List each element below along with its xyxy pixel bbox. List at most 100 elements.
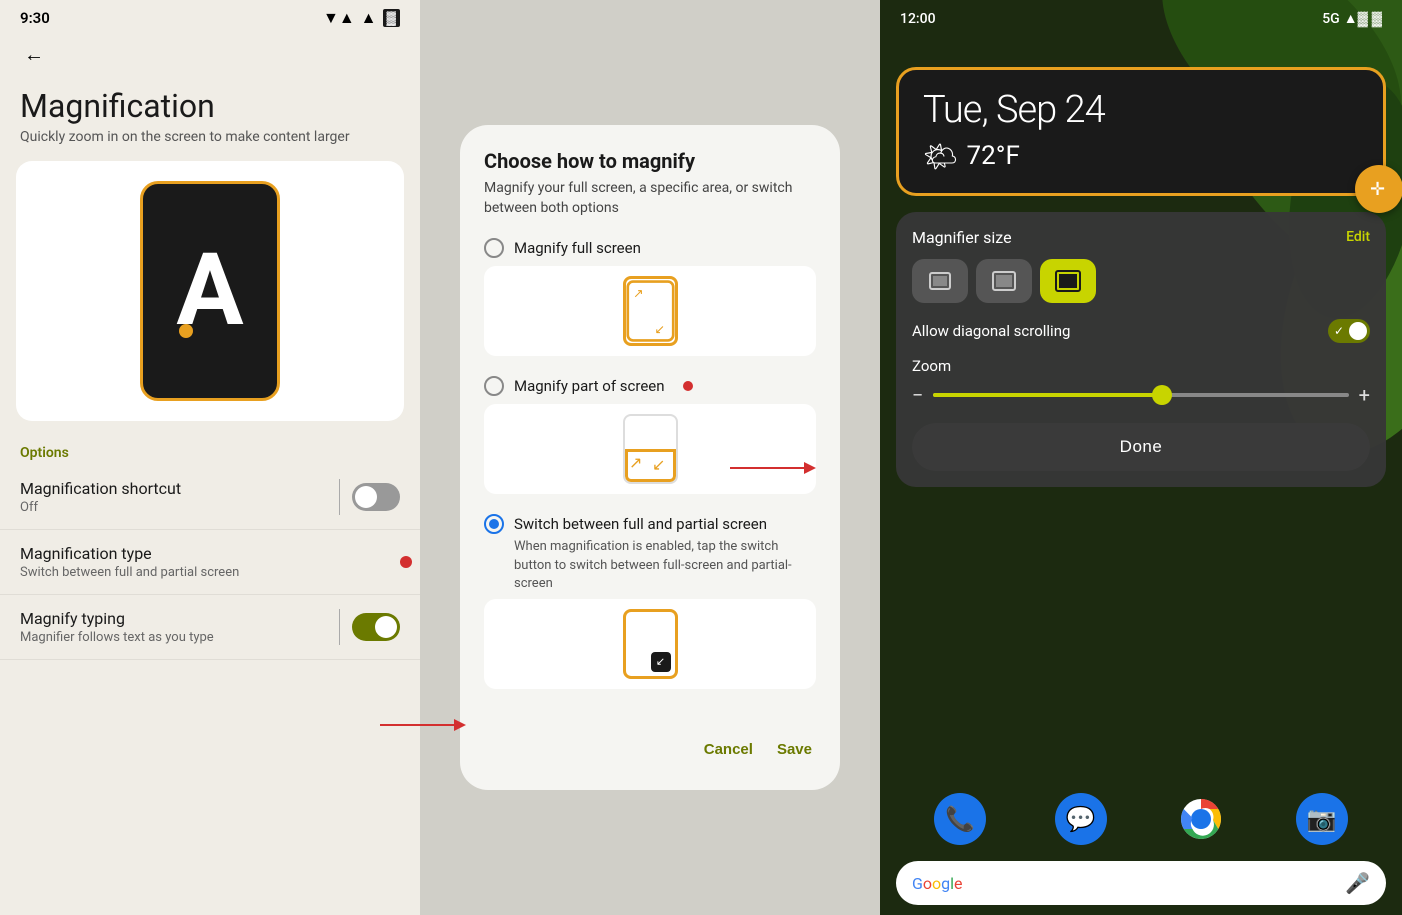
svg-text:↙: ↙ [652,455,665,474]
phone-statusbar: 12:00 5G ▲▓ ▓ [880,0,1402,31]
typing-subtitle: Magnifier follows text as you type [20,630,327,645]
settings-item-type[interactable]: Magnification type Switch between full a… [0,530,420,595]
shortcut-subtitle: Off [20,500,327,515]
size-small-icon [926,267,954,295]
phone-panel: 12:00 5G ▲▓ ▓ Tue, Sep 24 🌤 72°F ✛ Magni… [880,0,1402,915]
arrow-dialog-phone [730,458,930,478]
settings-topbar: ← [0,32,420,79]
toggle-small-knob [1349,322,1367,340]
radio-switch[interactable] [484,514,504,534]
move-icon: ✛ [1368,178,1390,200]
battery-icon: ▓ [383,9,400,27]
part-contract-icon: ↗ [629,452,649,472]
typing-toggle[interactable] [352,613,400,641]
cancel-button[interactable]: Cancel [700,733,757,766]
phone-preview: A [140,181,280,401]
zoom-increase-btn[interactable]: + [1359,383,1370,407]
shortcut-toggle[interactable] [352,483,400,511]
dialog-option-part[interactable]: Magnify part of screen ↙ ↗ [484,376,816,498]
dialog-description: Magnify your full screen, a specific are… [484,179,816,218]
radio-part[interactable] [484,376,504,396]
wifi-icon: ▼▲ [323,8,355,28]
magnifier-fab[interactable]: ✛ [1355,165,1402,213]
zoom-track[interactable] [933,393,1348,397]
google-mic-icon[interactable]: 🎤 [1345,871,1370,895]
dock-messages-app[interactable]: 💬 [1055,793,1107,845]
diag-scroll-toggle[interactable]: ✓ [1328,319,1370,343]
zoom-row: Zoom − + [912,357,1370,407]
phone-status-right: 5G ▲▓ ▓ [1322,10,1382,27]
svg-text:✛: ✛ [1370,179,1385,200]
svg-text:↙: ↙ [654,323,664,338]
preview-dot [179,324,193,338]
preview-full-screen: ↗ ↙ [484,266,816,356]
options-section-label: Options [0,437,420,465]
preview-card: A [16,161,404,421]
google-search-bar[interactable]: Google 🎤 [896,861,1386,905]
dialog-option-full[interactable]: Magnify full screen ↗ ↙ [484,238,816,360]
preview-part-screen: ↙ ↗ [484,404,816,494]
preview-switch-screen: ↙ [484,599,816,689]
size-buttons [912,259,1370,303]
item-divider [339,479,340,515]
phone-battery-icon: ▓ [1372,10,1382,27]
switch-arrow-icon: ↙ [656,655,665,668]
diag-scroll-label: Allow diagonal scrolling [912,322,1070,340]
arrow-decoration [380,715,480,735]
google-logo: Google [912,874,963,893]
page-subtitle: Quickly zoom in on the screen to make co… [0,129,420,161]
dock-phone-app[interactable]: 📞 [934,793,986,845]
switch-corner-box: ↙ [651,652,671,672]
popup-header: Magnifier size Edit [912,228,1370,247]
dock-camera-app[interactable]: 📷 [1296,793,1348,845]
size-small-btn[interactable] [912,259,968,303]
phone-full-icon: ↗ ↙ [623,276,678,346]
zoom-thumb[interactable] [1152,385,1172,405]
size-large-btn[interactable] [1040,259,1096,303]
settings-item-shortcut[interactable]: Magnification shortcut Off [0,465,420,530]
part-expand-icon: ↙ [652,454,672,474]
svg-text:↗: ↗ [633,287,643,302]
typing-title: Magnify typing [20,609,327,628]
zoom-label: Zoom [912,357,1370,375]
chrome-icon [1179,797,1223,841]
phone-date: Tue, Sep 24 [923,90,1359,132]
dialog-option-switch[interactable]: Switch between full and partial screen W… [484,514,816,693]
radio-inner [489,519,499,529]
messages-app-icon: 💬 [1066,805,1096,833]
popup-edit[interactable]: Edit [1346,229,1370,245]
save-button[interactable]: Save [773,733,816,766]
status-time: 9:30 [20,9,50,27]
settings-item-typing[interactable]: Magnify typing Magnifier follows text as… [0,595,420,660]
radio-full[interactable] [484,238,504,258]
size-medium-btn[interactable] [976,259,1032,303]
zoom-decrease-btn[interactable]: − [912,383,923,407]
popup-title: Magnifier size [912,228,1012,247]
option-part-label: Magnify part of screen [514,377,665,395]
back-button[interactable]: ← [16,40,52,71]
dock-chrome-app[interactable] [1175,793,1227,845]
item-divider-2 [339,609,340,645]
signal-icon: ▲ [361,8,377,28]
phone-part-icon: ↙ ↗ [623,414,678,484]
weather-icon: 🌤 [923,140,959,173]
done-button[interactable]: Done [912,423,1370,471]
zoom-fill [933,393,1161,397]
size-large-icon [1054,267,1082,295]
magnifier-popup: Magnifier size Edit [896,212,1386,487]
zoom-slider-row: − + [912,383,1370,407]
svg-text:↗: ↗ [629,453,642,472]
toggle-knob-on [375,616,397,638]
type-subtitle: Switch between full and partial screen [20,565,400,580]
type-title: Magnification type [20,544,400,563]
dialog-title: Choose how to magnify [484,149,816,173]
option-full-label: Magnify full screen [514,239,641,257]
phone-dock: 📞 💬 📷 [880,783,1402,855]
page-title: Magnification [0,79,420,129]
red-dot-part [683,381,693,391]
phone-weather: 🌤 72°F [923,140,1359,173]
shortcut-title: Magnification shortcut [20,479,327,498]
phone-temp: 72°F [967,141,1020,171]
clock-widget: Tue, Sep 24 🌤 72°F ✛ [896,67,1386,196]
dialog-buttons: Cancel Save [484,725,816,766]
